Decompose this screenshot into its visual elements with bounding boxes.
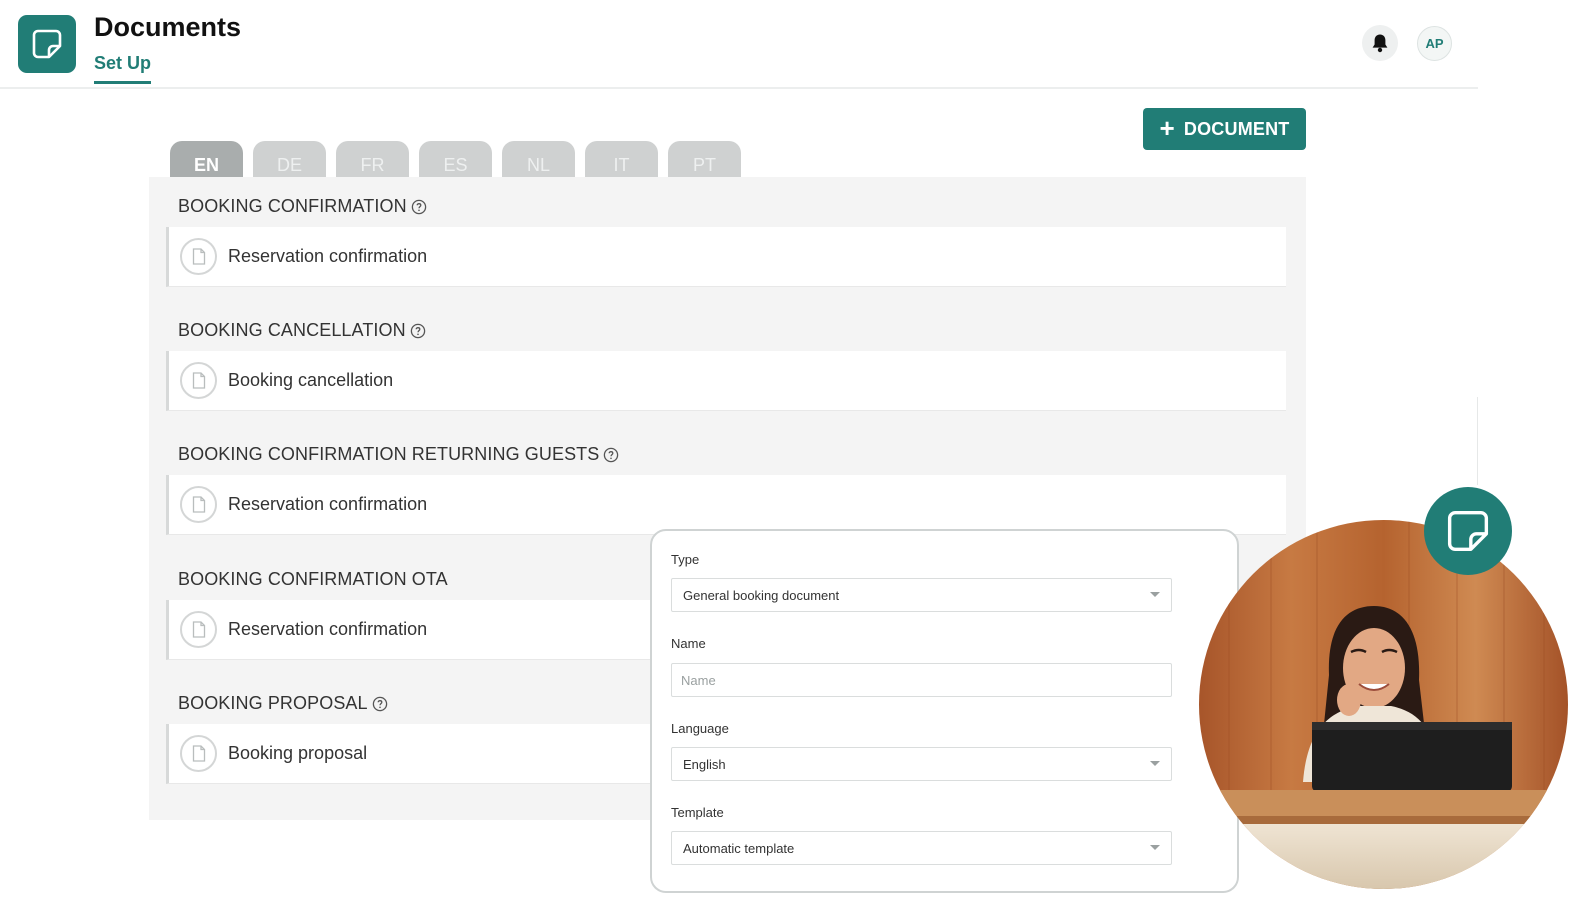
- section-title: BOOKING CONFIRMATION OTA: [178, 569, 448, 590]
- name-input[interactable]: Name: [671, 663, 1172, 697]
- document-icon: [180, 486, 217, 523]
- app-logo-sticky-note-icon[interactable]: [18, 15, 76, 73]
- name-input-placeholder: Name: [681, 672, 716, 688]
- language-select[interactable]: English: [671, 747, 1172, 781]
- section-title: BOOKING CANCELLATION: [178, 320, 426, 341]
- tab-lang-de[interactable]: DE: [253, 141, 326, 178]
- document-form-card: Type General booking document Name Name …: [650, 529, 1239, 893]
- document-name: Booking cancellation: [228, 370, 394, 390]
- document-icon: [180, 238, 217, 275]
- section-title-text: BOOKING CONFIRMATION: [178, 196, 407, 216]
- document-row[interactable]: Booking cancellation: [166, 351, 1286, 411]
- section-title: BOOKING CONFIRMATION RETURNING GUESTS: [178, 444, 619, 465]
- brand-logo-sticky-note-icon: [1424, 487, 1512, 575]
- chevron-down-icon: [1150, 592, 1160, 597]
- add-document-label: DOCUMENT: [1183, 118, 1290, 139]
- language-select-value: English: [683, 756, 726, 772]
- document-name: Reservation confirmation: [228, 494, 428, 514]
- user-avatar[interactable]: AP: [1417, 26, 1452, 61]
- tab-lang-fr[interactable]: FR: [336, 141, 409, 178]
- receptionist-photo: [1199, 520, 1568, 889]
- template-select[interactable]: Automatic template: [671, 831, 1172, 865]
- plus-icon: +: [1159, 112, 1175, 143]
- sticky-note-icon: [32, 29, 62, 59]
- document-row[interactable]: Reservation confirmation: [166, 227, 1286, 287]
- help-icon[interactable]: [603, 447, 619, 463]
- tab-lang-en[interactable]: EN: [170, 141, 243, 178]
- type-select[interactable]: General booking document: [671, 578, 1172, 612]
- page-title: Documents: [94, 12, 242, 42]
- document-row[interactable]: Reservation confirmation: [166, 475, 1286, 535]
- section-title-text: BOOKING PROPOSAL: [178, 693, 368, 713]
- section-title: BOOKING PROPOSAL: [178, 693, 388, 714]
- divider: [1477, 397, 1478, 485]
- top-header: Documents Set Up AP: [0, 0, 1478, 89]
- help-icon[interactable]: [372, 696, 388, 712]
- language-tabs: EN DE FR ES NL IT PT: [170, 141, 741, 178]
- section-title-text: BOOKING CANCELLATION: [178, 320, 406, 340]
- template-label: Template: [671, 805, 724, 820]
- type-label: Type: [671, 552, 700, 567]
- section-title: BOOKING CONFIRMATION: [178, 196, 427, 217]
- document-icon: [180, 611, 217, 648]
- chevron-down-icon: [1150, 845, 1160, 850]
- section-title-text: BOOKING CONFIRMATION OTA: [178, 569, 448, 589]
- language-label: Language: [671, 721, 729, 736]
- document-icon: [180, 735, 217, 772]
- bell-icon: [1372, 34, 1388, 53]
- tab-lang-nl[interactable]: NL: [502, 141, 575, 178]
- name-label: Name: [671, 636, 706, 651]
- document-name: Booking proposal: [228, 743, 368, 763]
- help-icon[interactable]: [410, 323, 426, 339]
- tab-lang-es[interactable]: ES: [419, 141, 492, 178]
- notifications-button[interactable]: [1362, 25, 1398, 61]
- type-select-value: General booking document: [683, 587, 840, 603]
- section-title-text: BOOKING CONFIRMATION RETURNING GUESTS: [178, 444, 600, 464]
- add-document-button[interactable]: + DOCUMENT: [1143, 108, 1306, 150]
- document-icon: [180, 362, 217, 399]
- tab-lang-it[interactable]: IT: [585, 141, 658, 178]
- chevron-down-icon: [1150, 761, 1160, 766]
- template-select-value: Automatic template: [683, 840, 795, 856]
- document-name: Reservation confirmation: [228, 619, 428, 639]
- tab-set-up[interactable]: Set Up: [94, 53, 152, 84]
- tab-lang-pt[interactable]: PT: [668, 141, 741, 178]
- help-icon[interactable]: [411, 199, 427, 215]
- document-name: Reservation confirmation: [228, 246, 428, 266]
- sticky-note-icon: [1447, 510, 1489, 552]
